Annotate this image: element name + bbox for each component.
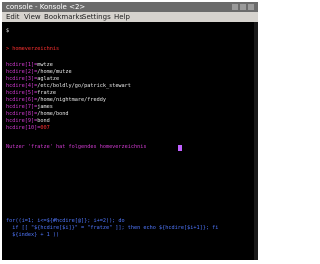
entry-value: mwtze xyxy=(37,62,53,68)
entry-value: aglatze xyxy=(37,76,60,82)
maximize-button[interactable] xyxy=(240,4,246,10)
menu-edit[interactable]: Edit xyxy=(6,12,20,22)
menu-bookmarks[interactable]: Bookmarks xyxy=(44,12,83,22)
entry-value: /home/nightmare/freddy xyxy=(37,97,106,103)
entry-value: fratze xyxy=(37,90,56,96)
entry-line: hcdire[8]=/home/bond xyxy=(6,111,68,118)
entry-prefix: hcdire[10]= xyxy=(6,125,41,131)
entry-line: hcdire[5]=fratze xyxy=(6,90,56,97)
entry-line: hcdire[2]=/home/mutze xyxy=(6,69,72,76)
entry-line: hcdire[4]=/etc/boldly/go/patrick_stewart xyxy=(6,83,131,90)
text-cursor xyxy=(178,145,182,151)
entry-line: hcdire[6]=/home/nightmare/freddy xyxy=(6,97,106,104)
entry-prefix: hcdire[7]= xyxy=(6,104,38,110)
menu-bar: Edit View Bookmarks Settings Help xyxy=(2,12,258,22)
entry-value: /etc/boldly/go/patrick_stewart xyxy=(37,83,131,89)
entry-line: hcdire[1]=mwtze xyxy=(6,62,53,69)
menu-view[interactable]: View xyxy=(24,12,41,22)
entry-value: james xyxy=(37,104,53,110)
konsole-window: console - Konsole <2> Edit View Bookmark… xyxy=(2,2,258,260)
menu-help[interactable]: Help xyxy=(114,12,130,22)
prompt: $ xyxy=(6,28,10,34)
entry-line: hcdire[10]=007 xyxy=(6,125,50,132)
entry-prefix: hcdire[3]= xyxy=(6,76,38,82)
entry-value: 007 xyxy=(40,125,50,131)
entry-prefix: hcdire[4]= xyxy=(6,83,38,89)
entry-prefix: hcdire[8]= xyxy=(6,111,38,117)
code-line: if [[ "${hcdire[$i]}" = "fratze" ]]; the… xyxy=(6,225,219,231)
minimize-button[interactable] xyxy=(232,4,238,10)
entry-prefix: hcdire[1]= xyxy=(6,62,38,68)
code-line: for((i=1; i<=${#hcdire[@]}; i+=2)); do xyxy=(6,218,125,224)
result-line: Nutzer 'fratze' hat folgendes homeverzei… xyxy=(6,144,147,150)
entry-line: hcdire[9]=bond xyxy=(6,118,50,125)
window-title: console - Konsole <2> xyxy=(6,3,86,11)
entry-value: /home/mutze xyxy=(37,69,72,75)
title-bar: console - Konsole <2> xyxy=(2,2,258,12)
entry-line: hcdire[7]=james xyxy=(6,104,53,111)
entry-value: /home/bond xyxy=(37,111,69,117)
entry-prefix: hcdire[5]= xyxy=(6,90,38,96)
entry-value: bond xyxy=(37,118,50,124)
close-button[interactable] xyxy=(248,4,254,10)
entry-prefix: hcdire[2]= xyxy=(6,69,38,75)
entry-prefix: hcdire[6]= xyxy=(6,97,38,103)
command-line: > homeverzeichnis xyxy=(6,46,60,52)
entry-line: hcdire[3]=aglatze xyxy=(6,76,59,83)
terminal-scrollbar[interactable] xyxy=(254,22,258,260)
code-line: ${index} + 1 )) xyxy=(6,232,60,238)
entry-prefix: hcdire[9]= xyxy=(6,118,38,124)
terminal-area[interactable]: $ > homeverzeichnis hcdire[1]=mwtze hcdi… xyxy=(2,22,258,260)
menu-settings[interactable]: Settings xyxy=(82,12,111,22)
